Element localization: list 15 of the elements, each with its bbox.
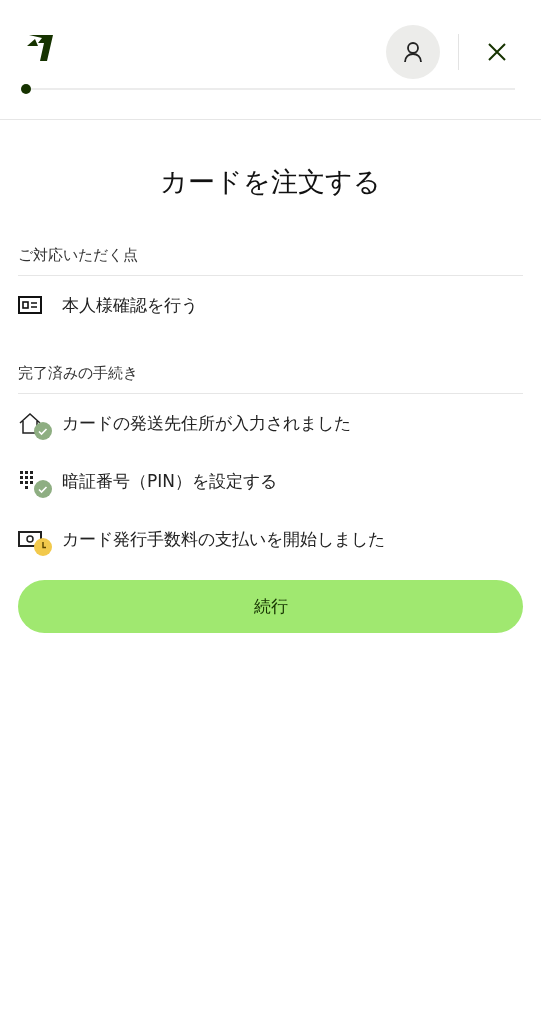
person-icon: [403, 41, 423, 63]
section-heading: 完了済みの手続き: [18, 364, 523, 394]
house-icon: [18, 412, 42, 434]
id-card-icon: [18, 296, 42, 314]
section-heading: ご対応いただく点: [18, 246, 523, 276]
page-title: カードを注文する: [159, 165, 382, 199]
logo-icon: [26, 33, 54, 61]
task-label: カードの発送先住所が入力されました: [62, 411, 351, 435]
banknote-icon: [18, 530, 42, 548]
task-label: カード発行手数料の支払いを開始しました: [62, 527, 385, 551]
task-label: 暗証番号（PIN）を設定する: [62, 469, 277, 493]
continue-button[interactable]: 続行: [18, 580, 523, 633]
profile-button[interactable]: [386, 25, 440, 79]
task-label: 本人様確認を行う: [62, 293, 198, 317]
close-button[interactable]: [487, 42, 507, 62]
